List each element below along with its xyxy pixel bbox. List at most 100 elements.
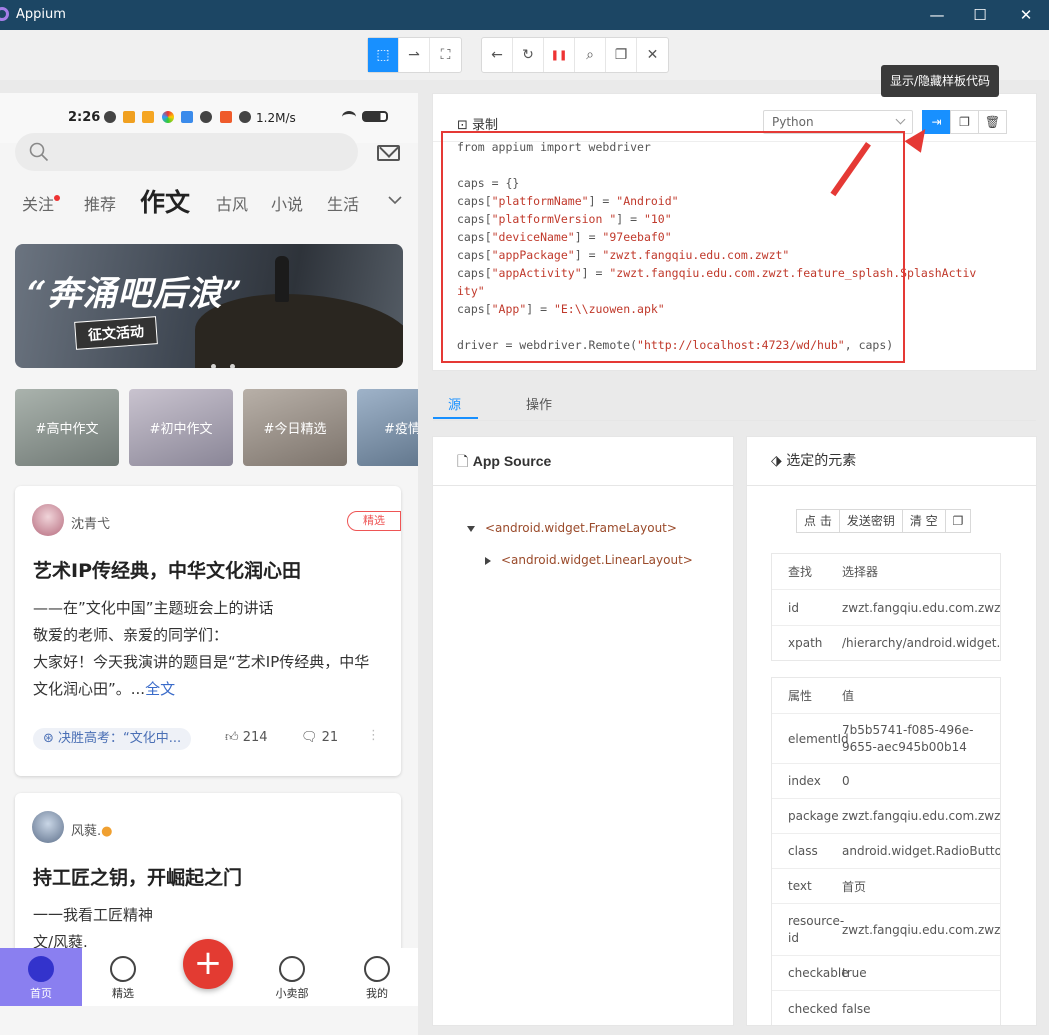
- send-keys-button[interactable]: 发送密钥: [838, 509, 903, 533]
- close-window-button[interactable]: ✕: [1015, 5, 1037, 25]
- selected-element-header: ⬗ 选定的元素: [747, 437, 1036, 486]
- tab-novel[interactable]: 小说: [271, 191, 303, 215]
- attr-value: 首页: [842, 879, 867, 894]
- nav-label: 首页: [30, 987, 52, 1000]
- banner-subtitle: 征文活动: [74, 316, 158, 350]
- like-count[interactable]: 👍︎ 214: [225, 730, 268, 745]
- attr-value: android.widget.RadioButton: [842, 844, 1000, 858]
- copy-attributes-button[interactable]: ❐: [944, 509, 972, 533]
- tooltip: 显示/隐藏样板代码: [881, 65, 999, 97]
- message-icon[interactable]: [377, 145, 400, 161]
- post-excerpt[interactable]: ——在”文化中国”主题班会上的讲话 敬爱的老师、亲爱的同学们： 大家好！今天我演…: [33, 595, 393, 703]
- promo-banner[interactable]: “奔涌吧后浪” 征文活动: [15, 244, 403, 368]
- swipe-mode-button[interactable]: ⇀: [399, 38, 430, 72]
- comment-icon: 🗨︎: [301, 730, 318, 745]
- topic-tag[interactable]: ⊛ 决胜高考：“文化中...: [33, 728, 192, 750]
- tab-recommend[interactable]: 推荐: [84, 191, 116, 215]
- post-title[interactable]: 艺术IP传经典，中华文化润心田: [33, 556, 301, 583]
- chevron-down-icon[interactable]: [387, 195, 403, 205]
- minimize-button[interactable]: —: [926, 5, 948, 25]
- attr-key: elementId: [788, 731, 849, 746]
- element-action-buttons: 点 击 发送密钥 清 空 ❐: [796, 509, 972, 533]
- excerpt-line: 敬爱的老师、亲爱的同学们：: [33, 626, 229, 644]
- caret-down-icon[interactable]: [467, 525, 475, 532]
- read-more-link[interactable]: 全文: [145, 680, 175, 698]
- maximize-button[interactable]: ☐: [969, 5, 991, 25]
- create-post-button[interactable]: +: [183, 939, 233, 989]
- notification-dot: [54, 195, 60, 201]
- category-tabs: 关注 推荐 作文 古风 小说 生活: [0, 181, 418, 221]
- topic-chip[interactable]: #疫情作: [357, 389, 418, 466]
- post-title[interactable]: 持工匠之钥，开崛起之门: [33, 863, 242, 890]
- select-elements-button[interactable]: ⬚: [368, 38, 399, 72]
- attr-key: checked: [788, 1001, 838, 1016]
- clear-button[interactable]: 清 空: [901, 509, 946, 533]
- clear-code-button[interactable]: 🗑︎: [978, 110, 1007, 134]
- find-value[interactable]: /hierarchy/android.widget.FrameLay: [842, 636, 1000, 650]
- comment-count[interactable]: 🗨︎ 21: [301, 730, 338, 745]
- mail-notification-icon: [142, 111, 154, 123]
- banner-figure: [275, 256, 289, 302]
- table-row: resource-idzwzt.fangqiu.edu.com.zwzt:id/…: [772, 904, 1000, 956]
- tap-button[interactable]: 点 击: [796, 509, 840, 533]
- search-icon: [29, 142, 49, 162]
- topic-chip[interactable]: #高中作文: [15, 389, 119, 466]
- app-icon: [220, 111, 232, 123]
- table-row: elementId 7b5b5741-f085-496e-9655-aec945b…: [772, 714, 1000, 764]
- network-speed: 1.2M/s: [256, 111, 296, 125]
- nav-label: 我的: [366, 987, 388, 1000]
- highlight-box: [441, 131, 905, 363]
- search-element-button[interactable]: ⌕: [575, 38, 606, 72]
- topic-chip[interactable]: #初中作文: [129, 389, 233, 466]
- copy-code-button[interactable]: ❐: [950, 110, 979, 134]
- quit-session-button[interactable]: ✕: [637, 38, 668, 72]
- search-input[interactable]: [15, 133, 358, 171]
- table-row: checkable true: [772, 956, 1000, 991]
- comment-value: 21: [321, 730, 339, 745]
- nav-shop[interactable]: 小卖部: [251, 948, 333, 1006]
- tab-follow[interactable]: 关注: [22, 191, 54, 215]
- tab-classical[interactable]: 古风: [216, 191, 248, 215]
- tap-mode-button[interactable]: ⛶: [430, 38, 461, 72]
- excerpt-line: 一一我看工匠精神: [33, 906, 154, 924]
- refresh-button[interactable]: ↻: [513, 38, 544, 72]
- shield-icon: [104, 111, 116, 123]
- find-key: xpath: [788, 636, 823, 650]
- author-name-text: 风蕤.: [71, 824, 102, 839]
- pause-recording-button[interactable]: ❚❚: [544, 38, 575, 72]
- thumbs-up-icon: 👍︎: [225, 730, 239, 745]
- tab-life[interactable]: 生活: [327, 191, 359, 215]
- attr-key: text: [788, 879, 812, 893]
- tree-node[interactable]: <android.widget.FrameLayout>: [467, 521, 677, 535]
- avatar[interactable]: [32, 811, 64, 843]
- battery-icon: [362, 111, 388, 122]
- device-screenshot[interactable]: 2:26 1.2M/s 关注 推荐 作文 古风 小说 生活 “奔涌吧后浪” 征文…: [0, 93, 418, 1035]
- copy-xml-button[interactable]: ❐: [606, 38, 637, 72]
- tab-essay[interactable]: 作文: [140, 183, 190, 219]
- post-card[interactable]: 沈青弋 精选 艺术IP传经典，中华文化润心田 ——在”文化中国”主题班会上的讲话…: [15, 486, 401, 776]
- avatar[interactable]: [32, 504, 64, 536]
- nav-profile[interactable]: 我的: [336, 948, 418, 1006]
- selected-element-panel: ⬗ 选定的元素 点 击 发送密钥 清 空 ❐ 查找 选择器 id zwzt.fang…: [746, 436, 1037, 1026]
- nav-featured[interactable]: 精选: [82, 948, 164, 1006]
- table-row: checked false: [772, 991, 1000, 1025]
- tab-actions[interactable]: 操作: [526, 394, 552, 413]
- find-value[interactable]: zwzt.fangqiu.edu.com.zwzt:id/disco: [842, 601, 1000, 615]
- topic-chip[interactable]: #今日精选: [243, 389, 347, 466]
- column-header: 值: [842, 689, 855, 703]
- tag-icon: ⬗: [771, 453, 782, 469]
- tab-source[interactable]: 源: [448, 394, 461, 413]
- featured-badge: 精选: [347, 511, 401, 531]
- tree-node[interactable]: <android.widget.LinearLayout>: [485, 553, 693, 567]
- nav-home[interactable]: 首页: [0, 948, 82, 1006]
- table-row: class android.widget.RadioButton: [772, 834, 1000, 869]
- author-name[interactable]: 沈青弋: [71, 513, 110, 532]
- attr-key: resource-id: [788, 913, 845, 945]
- more-options-icon[interactable]: ⋮: [367, 728, 380, 743]
- nav-label: 精选: [112, 987, 134, 1000]
- node-label: <android.widget.LinearLayout>: [501, 553, 693, 567]
- author-name[interactable]: 风蕤.●: [71, 820, 112, 839]
- back-button[interactable]: ←: [482, 38, 513, 72]
- node-label: <android.widget.FrameLayout>: [485, 521, 677, 535]
- caret-right-icon[interactable]: [485, 556, 491, 565]
